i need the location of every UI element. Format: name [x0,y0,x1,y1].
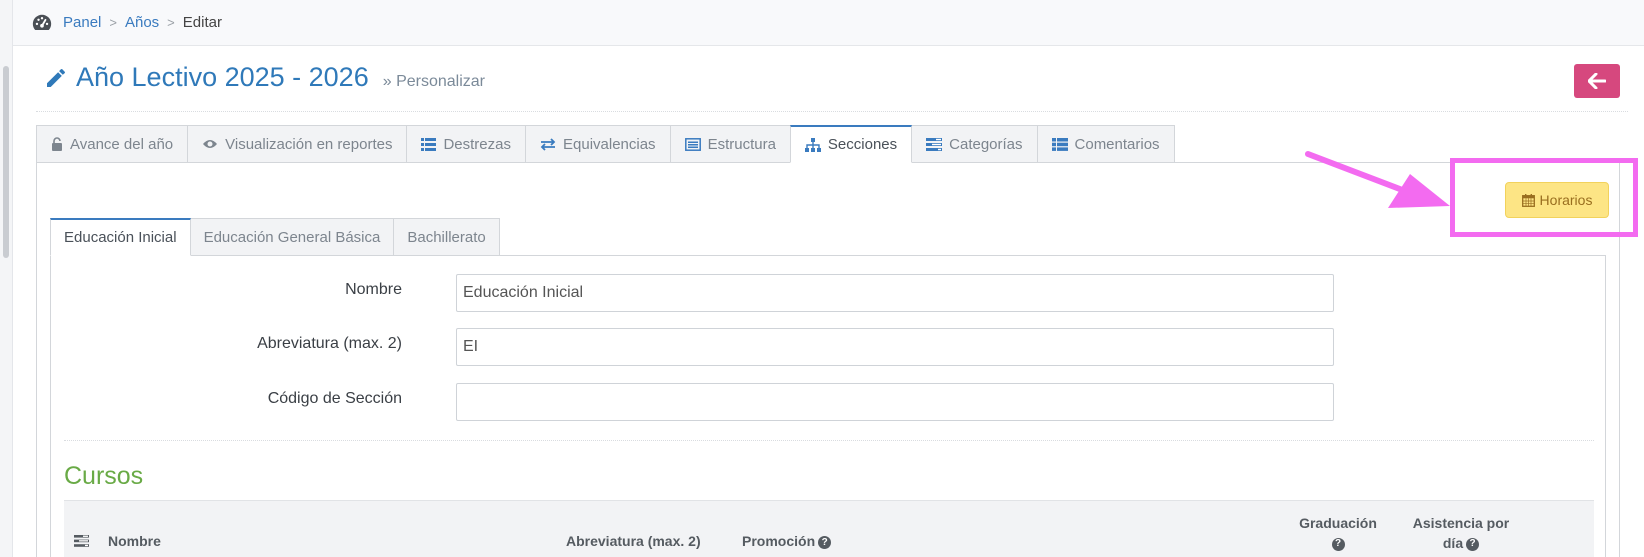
subtab-label: Educación Inicial [64,229,177,246]
column-header-abreviatura[interactable]: Abreviatura (max. 2) [566,533,701,549]
left-scrollbar[interactable] [0,0,13,557]
list-alt-icon [684,137,701,151]
main-tabs: Avance del año Visualización en reportes… [36,125,1175,163]
subtab-label: Educación General Básica [203,228,381,246]
divider [64,440,1594,441]
breadcrumb-link-panel[interactable]: Panel [63,14,101,31]
annotation-arrow-icon [1305,151,1450,208]
breadcrumb-separator: > [109,15,117,30]
column-header-graduacion-label: Graduación [1299,515,1377,531]
breadcrumb: Panel > Años > Editar [13,0,1644,46]
tab-label: Secciones [827,136,898,153]
nombre-input[interactable] [456,274,1334,312]
cursos-title: Cursos [64,462,144,490]
list-icon [421,137,437,151]
codigo-label: Código de Sección [267,390,402,407]
tab-label: Estructura [707,135,776,153]
page-subtitle: » Personalizar [382,73,485,90]
form-row-codigo: Código de Sección [64,383,1334,421]
subtab-bachillerato[interactable]: Bachillerato [393,218,500,256]
tab-label: Avance del año [70,135,174,153]
exchange-icon [540,137,556,151]
tab-label: Equivalencias [563,135,656,153]
tab-comentarios[interactable]: Comentarios [1036,125,1175,163]
breadcrumb-link-anos[interactable]: Años [125,14,159,31]
page-title: Año Lectivo 2025 - 2026 [76,62,369,92]
codigo-seccion-input[interactable] [456,383,1334,421]
pencil-icon [47,68,65,87]
tab-label: Comentarios [1074,135,1160,153]
annotation-highlight-box [1450,158,1638,237]
abreviatura-label: Abreviatura (max. 2) [257,335,402,352]
column-header-asistencia-label-line1: Asistencia por [1412,515,1510,531]
back-button[interactable] [1574,64,1620,98]
tab-destrezas[interactable]: Destrezas [406,125,526,163]
scrollbar-thumb[interactable] [3,66,9,258]
sitemap-icon [804,137,821,152]
subtab-educacion-general-basica[interactable]: Educación General Básica [189,218,395,256]
unlock-icon [52,137,62,151]
eye-icon [203,140,218,148]
tab-label: Visualización en reportes [225,135,393,153]
breadcrumb-separator: > [167,15,175,30]
breadcrumb-current: Editar [182,14,222,31]
tab-avance-del-ano[interactable]: Avance del año [36,125,189,163]
subtab-label: Bachillerato [407,228,486,246]
column-header-graduacion[interactable]: Graduación? [1298,513,1378,553]
tab-label: Categorías [949,135,1023,153]
question-circle-icon[interactable]: ? [1466,537,1480,551]
question-circle-icon[interactable]: ? [1331,537,1345,551]
tab-label: Destrezas [443,135,511,153]
column-header-promocion-label: Promoción [742,533,816,549]
column-header-promocion[interactable]: Promoción? [742,533,832,549]
form-row-nombre: Nombre [64,274,1334,312]
tasks-icon [926,137,943,151]
cursos-table-header: Nombre Abreviatura (max. 2) Promoción? G… [64,500,1594,557]
tab-categorias[interactable]: Categorías [911,125,1038,163]
tab-visualizacion-en-reportes[interactable]: Visualización en reportes [187,125,408,163]
nombre-label: Nombre [345,281,402,298]
column-header-asistencia[interactable]: Asistencia por día? [1406,513,1516,553]
column-header-nombre[interactable]: Nombre [108,533,161,549]
page-header: Año Lectivo 2025 - 2026 » Personalizar [36,60,1628,112]
column-header-asistencia-label-line2: día [1442,535,1464,551]
list-table-icon [1051,137,1068,151]
form-row-abreviatura: Abreviatura (max. 2) [64,328,1334,366]
question-circle-icon[interactable]: ? [818,535,832,549]
tab-estructura[interactable]: Estructura [669,125,791,163]
tasks-icon [74,535,89,547]
abreviatura-input[interactable] [456,328,1334,366]
tab-equivalencias[interactable]: Equivalencias [525,125,671,163]
subtab-educacion-inicial[interactable]: Educación Inicial [50,218,191,256]
tab-secciones[interactable]: Secciones [789,125,913,163]
arrow-left-icon [1588,73,1606,89]
dashboard-icon [32,14,52,30]
section-subtabs: Educación Inicial Educación General Bási… [50,218,500,256]
page-title-group: Año Lectivo 2025 - 2026 » Personalizar [44,62,485,93]
